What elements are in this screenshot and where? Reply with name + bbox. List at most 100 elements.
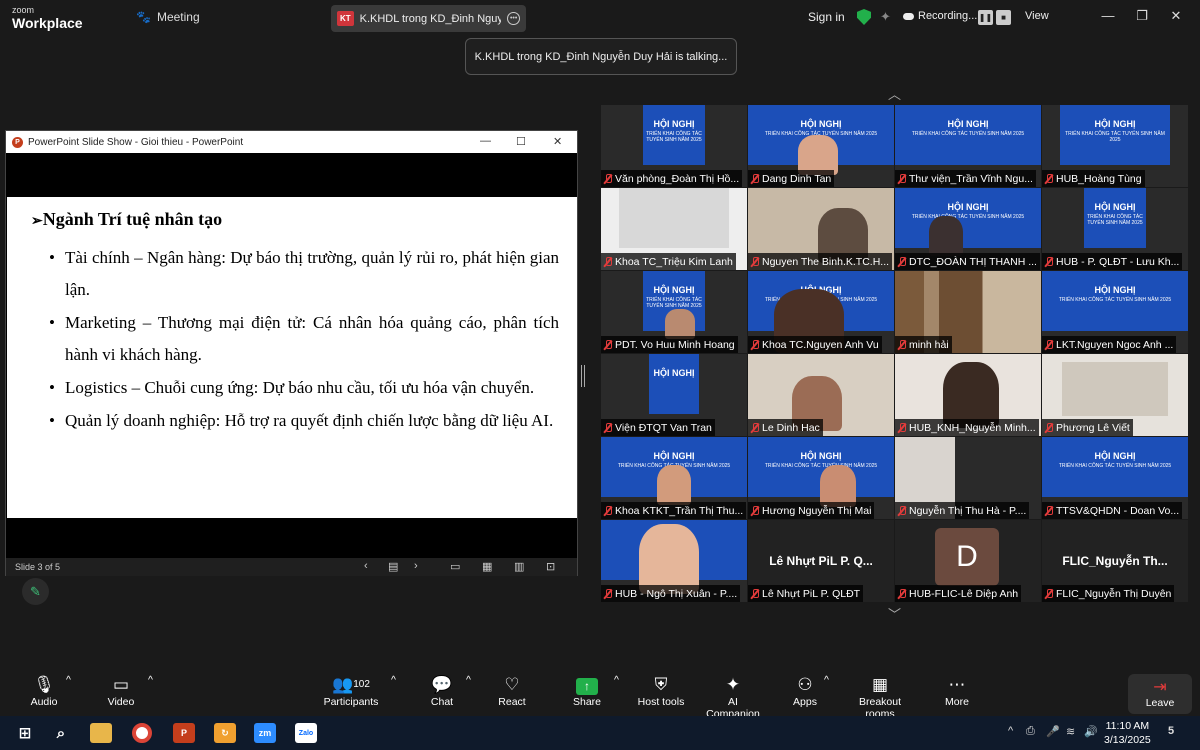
restore-icon[interactable]: ❐ — [1132, 8, 1152, 24]
slide: ➢Ngành Trí tuệ nhân tạo Tài chính – Ngân… — [7, 197, 577, 518]
chrome-icon[interactable] — [132, 723, 152, 743]
participant-tile[interactable]: Phương Lê Viết — [1042, 354, 1188, 436]
participant-tile[interactable]: FLIC_Nguyễn Th... FLIC_Nguyễn Thị Duyên — [1042, 520, 1188, 602]
slide-menu-icon[interactable]: ▤ — [388, 560, 398, 573]
normal-view-icon[interactable]: ▭ — [450, 560, 460, 573]
app-icon[interactable]: ↻ — [214, 723, 236, 743]
apps-caret-icon[interactable]: ^ — [824, 674, 829, 686]
mic-muted-icon: 🎙 — [33, 675, 55, 694]
video-caret-icon[interactable]: ^ — [148, 674, 153, 686]
search-icon[interactable]: ⌕ — [50, 723, 72, 743]
meeting-tab-title: K.KHDL trong KD_Đinh Nguyễn Duy Hải — [359, 12, 502, 25]
more-icon[interactable]: ••• — [507, 12, 520, 25]
participants-caret-icon[interactable]: ^ — [391, 674, 396, 686]
sparkle-icon[interactable]: ✦ — [880, 9, 891, 25]
sign-in-button[interactable]: Sign in — [808, 10, 845, 24]
share-caret-icon[interactable]: ^ — [614, 674, 619, 686]
more-button[interactable]: ⋯ More — [944, 674, 970, 708]
pen-icon[interactable]: ✎ — [22, 578, 49, 605]
ai-companion-button[interactable]: ✦ AI Companion — [700, 674, 766, 720]
next-slide-icon[interactable]: › — [414, 560, 418, 572]
chevron-up-icon[interactable]: ^ — [1008, 725, 1013, 737]
participant-tile[interactable]: HỘI NGHỊTRIỂN KHAI CÔNG TÁC TUYỂN SINH N… — [895, 188, 1041, 270]
participant-tile[interactable]: HỘI NGHỊTRIỂN KHAI CÔNG TÁC TUYỂN SINH N… — [601, 105, 747, 187]
participant-tile[interactable]: D HUB-FLIC-Lê Diệp Anh — [895, 520, 1041, 602]
chat-button[interactable]: 💬 Chat — [428, 674, 456, 708]
share-button[interactable]: ↑ Share — [571, 674, 603, 708]
minimize-icon[interactable]: — — [1098, 8, 1118, 23]
mic-off-icon — [1045, 588, 1053, 599]
participant-tile[interactable]: HỘI NGHỊTRIỂN KHAI CÔNG TÁC TUYỂN SINH N… — [748, 437, 894, 519]
stop-recording-button[interactable]: ■ — [996, 10, 1011, 25]
slideshow-view-icon[interactable]: ⊡ — [546, 560, 555, 573]
apps-button[interactable]: ⚇ Apps — [792, 674, 818, 708]
meeting-tab[interactable]: KT K.KHDL trong KD_Đinh Nguyễn Duy Hải •… — [331, 5, 526, 32]
volume-icon[interactable]: 🔊 — [1084, 725, 1098, 738]
host-tools-button[interactable]: ⛨ Host tools — [637, 674, 685, 708]
participant-tile[interactable]: HỘI NGHỊTRIỂN KHAI CÔNG TÁC TUYỂN SINH N… — [748, 271, 894, 353]
ppt-title-bar: P PowerPoint Slide Show - Gioi thieu - P… — [6, 131, 577, 153]
banner-background: HỘI NGHỊTRIỂN KHAI CÔNG TÁC TUYỂN SINH N… — [1084, 188, 1146, 248]
view-button[interactable]: View — [1025, 10, 1049, 22]
chevron-up-icon[interactable]: ︿ — [888, 84, 901, 103]
participant-video — [619, 188, 729, 248]
participant-tile[interactable]: HỘI NGHỊTRIỂN KHAI CÔNG TÁC TUYỂN SINH N… — [1042, 105, 1188, 187]
participant-tile[interactable]: Nguyen The Binh.K.TC.H... — [748, 188, 894, 270]
participant-tile[interactable]: HỘI NGHỊTRIỂN KHAI CÔNG TÁC TUYỂN SINH N… — [1042, 437, 1188, 519]
file-explorer-icon[interactable] — [90, 723, 112, 743]
participant-video — [639, 524, 699, 594]
participant-tile[interactable]: HỘI NGHỊ HUB - Ngô Thị Xuân - P.... — [601, 520, 747, 602]
split-handle[interactable] — [581, 365, 585, 387]
chat-caret-icon[interactable]: ^ — [466, 674, 471, 686]
mic-tray-icon[interactable]: 🎤 — [1046, 725, 1060, 738]
participant-tile[interactable]: Nguyễn Thị Thu Hà - P.... — [895, 437, 1041, 519]
audio-button[interactable]: 🎙 Audio — [28, 674, 60, 708]
participant-tile[interactable]: Lê Nhựt PiL P. Q... Lê Nhựt PiL P. QLĐT — [748, 520, 894, 602]
slide-heading: ➢Ngành Trí tuệ nhân tạo — [31, 209, 223, 229]
reading-view-icon[interactable]: ▥ — [514, 560, 524, 573]
ppt-maximize-icon[interactable]: ☐ — [516, 135, 526, 148]
meeting-toolbar: 🎙 Audio ^ ▭ Video ^ 👥102 Participants ^ … — [0, 668, 1200, 720]
sorter-view-icon[interactable]: ▦ — [482, 560, 492, 573]
leave-button[interactable]: ⇥ Leave — [1128, 674, 1192, 714]
banner-background: HỘI NGHỊTRIỂN KHAI CÔNG TÁC TUYỂN SINH N… — [643, 105, 705, 165]
participant-tile[interactable]: Le Dinh Hac — [748, 354, 894, 436]
participants-button[interactable]: 👥102 Participants — [320, 674, 382, 708]
camera-tray-icon[interactable]: ⎙ — [1026, 725, 1035, 738]
system-clock[interactable]: 11:10 AM 3/13/2025 — [1104, 719, 1151, 747]
close-icon[interactable]: ✕ — [1166, 8, 1186, 24]
participant-tile[interactable]: HỘI NGHỊTRIỂN KHAI CÔNG TÁC TUYỂN SINH N… — [1042, 271, 1188, 353]
powerpoint-icon[interactable]: P — [173, 723, 195, 743]
meeting-button[interactable]: 🐾 Meeting — [136, 10, 200, 24]
tab-badge: KT — [337, 11, 354, 26]
ppt-minimize-icon[interactable]: — — [480, 135, 491, 147]
pause-recording-button[interactable]: ❚❚ — [978, 10, 993, 25]
audio-caret-icon[interactable]: ^ — [66, 674, 71, 686]
participant-tile[interactable]: HỘI NGHỊTRIỂN KHAI CÔNG TÁC TUYỂN SINH N… — [895, 105, 1041, 187]
chevron-down-icon[interactable]: ﹀ — [888, 604, 901, 623]
recording-indicator[interactable]: Recording... — [903, 10, 977, 22]
zalo-icon[interactable]: Zalo — [295, 723, 317, 743]
notification-badge[interactable]: 5 — [1168, 725, 1174, 737]
participant-tile[interactable]: HỘI NGHỊTRIỂN KHAI CÔNG TÁC TUYỂN SINH N… — [601, 437, 747, 519]
ppt-close-icon[interactable]: ✕ — [553, 135, 562, 148]
zoom-app-icon[interactable]: zm — [254, 723, 276, 743]
shield-icon[interactable] — [857, 9, 871, 25]
participant-tile[interactable]: Khoa TC_Triệu Kim Lanh — [601, 188, 747, 270]
participant-tile[interactable]: HỘI NGHỊTRIỂN KHAI CÔNG TÁC TUYỂN SINH N… — [748, 105, 894, 187]
participant-tile[interactable]: minh hải — [895, 271, 1041, 353]
wifi-icon[interactable]: ≋ — [1066, 725, 1075, 738]
ppt-status-bar: Slide 3 of 5 ‹ ▤ › ▭ ▦ ▥ ⊡ — [6, 558, 577, 576]
breakout-rooms-button[interactable]: ▦ Breakout rooms — [844, 674, 916, 720]
video-button[interactable]: ▭ Video — [104, 674, 138, 708]
prev-slide-icon[interactable]: ‹ — [364, 560, 368, 572]
participant-tile[interactable]: HỘI NGHỊTRIỂN KHAI CÔNG TÁC TUYỂN SINH N… — [1042, 188, 1188, 270]
participant-tile[interactable]: HUB_KNH_Nguyễn Minh... — [895, 354, 1041, 436]
slide-bullet: Tài chính – Ngân hàng: Dự báo thị trường… — [31, 242, 559, 306]
avatar: D — [935, 528, 999, 586]
participant-tile[interactable]: HỘI NGHỊ Viện ĐTQT Van Tran — [601, 354, 747, 436]
leave-icon: ⇥ — [1153, 679, 1167, 696]
windows-start-icon[interactable]: ⊞ — [14, 723, 36, 743]
react-button[interactable]: ♡ React — [497, 674, 527, 708]
participant-tile[interactable]: HỘI NGHỊTRIỂN KHAI CÔNG TÁC TUYỂN SINH N… — [601, 271, 747, 353]
